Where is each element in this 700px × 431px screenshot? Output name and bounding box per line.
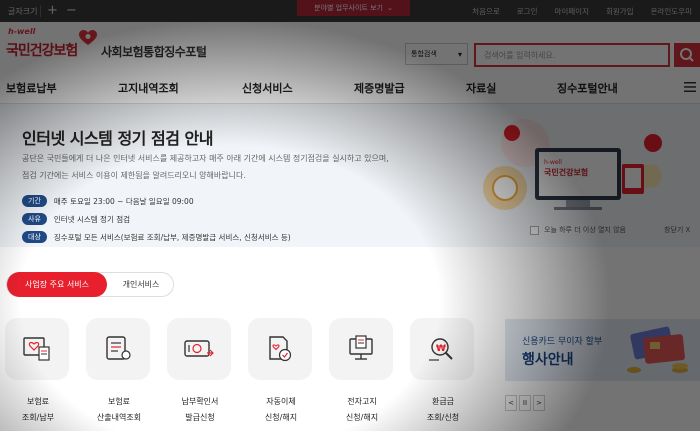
- auto-transfer-icon: [269, 336, 292, 362]
- search-placeholder: 검색어를 입력하세요.: [484, 50, 556, 60]
- chevron-down-icon: ⌄: [386, 4, 393, 12]
- logo-main[interactable]: 국민건강보험: [6, 40, 78, 60]
- link-login[interactable]: 로그인: [517, 6, 538, 17]
- prev-button[interactable]: <: [505, 395, 517, 411]
- search-input[interactable]: 검색어를 입력하세요.: [474, 43, 670, 67]
- sites-by-field-label: 분야별 업무사이트 보기: [314, 4, 383, 12]
- close-popup-label: 창닫기 X: [664, 226, 691, 234]
- nav-item-portal-guide[interactable]: 징수포털안내: [557, 80, 618, 96]
- search-scope-value: 통합검색: [411, 50, 437, 58]
- service-label: 환급금 조회/신청: [426, 397, 460, 422]
- bill-inquiry-icon: [23, 337, 50, 361]
- top-links: 처음으로 로그인 마이페이지 회원가입 온라인도우미: [455, 0, 692, 22]
- svg-text:h-well: h-well: [544, 159, 562, 166]
- svg-text:₩: ₩: [436, 344, 446, 354]
- search-scope-select[interactable]: 통합검색 ▾: [405, 43, 468, 65]
- no-show-today-checkbox[interactable]: [530, 225, 539, 235]
- sites-by-field-button[interactable]: 분야별 업무사이트 보기 ⌄: [297, 0, 410, 16]
- nav-item-application[interactable]: 신청서비스: [242, 80, 293, 96]
- service-e-notice[interactable]: 전자고지 신청/해지: [329, 318, 395, 426]
- nav-item-notice-inquiry[interactable]: 고지내역조회: [118, 80, 179, 96]
- payment-certificate-icon: [184, 340, 214, 357]
- notice-row-period: 기간 매주 토요일 23:00 ~ 다음날 일요일 09:00: [22, 195, 194, 207]
- logo-hwell[interactable]: h-well: [8, 27, 35, 36]
- no-show-today-label: 오늘 하루 더 이상 열지 않음: [544, 226, 626, 234]
- service-bill-inquiry[interactable]: 보험료 조회/납부: [5, 318, 71, 426]
- divider: [40, 5, 42, 17]
- notice-title: 인터넷 시스템 정기 점검 안내: [22, 129, 213, 148]
- side-banner-line1: 신용카드 무이자 할부: [522, 337, 603, 347]
- service-auto-transfer[interactable]: 자동이체 신청/해지: [248, 318, 314, 426]
- hamburger-menu-icon[interactable]: [683, 80, 697, 94]
- link-online-helper[interactable]: 온라인도우미: [651, 6, 692, 17]
- notice-row-target: 대상 징수포털 모든 서비스(보험료 조회/납부, 제증명발급 서비스, 신청서…: [22, 231, 291, 243]
- nav-item-resources[interactable]: 자료실: [466, 80, 496, 96]
- tag-period: 기간: [22, 195, 47, 207]
- chevron-down-icon: ▾: [457, 49, 462, 59]
- side-banner-pager: < II >: [505, 395, 547, 411]
- service-icon-box: [167, 318, 231, 380]
- notice-row-reason: 사유 인터넷 시스템 정기 점검: [22, 213, 130, 225]
- link-signup[interactable]: 회원가입: [606, 6, 634, 17]
- pause-button[interactable]: II: [519, 395, 531, 411]
- service-label: 전자고지 신청/해지: [345, 397, 379, 422]
- next-button[interactable]: >: [533, 395, 545, 411]
- utility-bar: 글자크기 + − 분야별 업무사이트 보기 ⌄ 처음으로 로그인 마이페이지 회…: [0, 0, 700, 22]
- font-size-decrease-button[interactable]: −: [63, 4, 79, 18]
- svg-text:국민건강보험: 국민건강보험: [544, 167, 588, 177]
- tag-target: 대상: [22, 231, 47, 243]
- no-show-today-option[interactable]: 오늘 하루 더 이상 열지 않음: [530, 225, 626, 235]
- service-icon-box: ₩: [410, 318, 474, 380]
- service-icon-box: [86, 318, 150, 380]
- e-notice-icon: [349, 335, 373, 360]
- credit-card-icon: [627, 326, 688, 373]
- service-tabs: 사업장 주요 서비스 개인서비스: [6, 272, 174, 297]
- computer-illustration-icon: h-well 국민건강보험: [483, 119, 662, 210]
- nav-item-payment[interactable]: 보험료납부: [6, 80, 57, 96]
- service-label: 보험료 조회/납부: [21, 397, 55, 422]
- link-mypage[interactable]: 마이페이지: [554, 6, 589, 17]
- heart-logo-icon: [79, 30, 97, 45]
- service-label: 자동이체 신청/해지: [264, 397, 298, 422]
- target-text: 징수포털 모든 서비스(보험료 조회/납부, 제증명발급 서비스, 신청서비스 …: [53, 232, 291, 242]
- search-icon: [680, 48, 694, 62]
- notice-desc-1: 공단은 국민들에게 더 나은 인터넷 서비스를 제공하고자 매주 아래 기간에 …: [22, 154, 389, 163]
- notice-desc-2: 점검 기간에는 서비스 이용이 제한됨을 알려드리오니 양해바랍니다.: [22, 171, 246, 180]
- refund-icon: ₩: [429, 338, 453, 361]
- service-icon-box: [248, 318, 312, 380]
- calculation-icon: [106, 336, 131, 360]
- close-popup-button[interactable]: 창닫기 X: [664, 225, 690, 235]
- side-banner-line2: 행사안내: [522, 352, 574, 368]
- service-icon-box: [5, 318, 69, 380]
- service-label: 보험료 산출내역조회: [96, 397, 142, 422]
- service-calculation-inquiry[interactable]: 보험료 산출내역조회: [86, 318, 152, 426]
- tab-personal-services[interactable]: 개인서비스: [107, 273, 175, 296]
- font-size-label: 글자크기: [8, 6, 38, 16]
- search-button[interactable]: [674, 43, 700, 67]
- service-label: 납부확인서 발급신청: [181, 397, 219, 422]
- reason-text: 인터넷 시스템 정기 점검: [53, 214, 131, 224]
- service-payment-certificate[interactable]: 납부확인서 발급신청: [167, 318, 233, 426]
- link-home[interactable]: 처음으로: [472, 6, 500, 17]
- tag-reason: 사유: [22, 213, 47, 225]
- main-nav: 보험료납부 고지내역조회 신청서비스 제증명발급 자료실 징수포털안내: [0, 72, 700, 104]
- nav-item-certificates[interactable]: 제증명발급: [354, 80, 405, 96]
- service-icon-box: [329, 318, 393, 380]
- service-refund[interactable]: ₩ 환급금 조회/신청: [410, 318, 476, 426]
- period-text: 매주 토요일 23:00 ~ 다음날 일요일 09:00: [53, 196, 194, 206]
- portal-name[interactable]: 사회보험통합징수포털: [101, 43, 207, 60]
- font-size-increase-button[interactable]: +: [44, 4, 60, 18]
- tab-business-services[interactable]: 사업장 주요 서비스: [7, 272, 107, 297]
